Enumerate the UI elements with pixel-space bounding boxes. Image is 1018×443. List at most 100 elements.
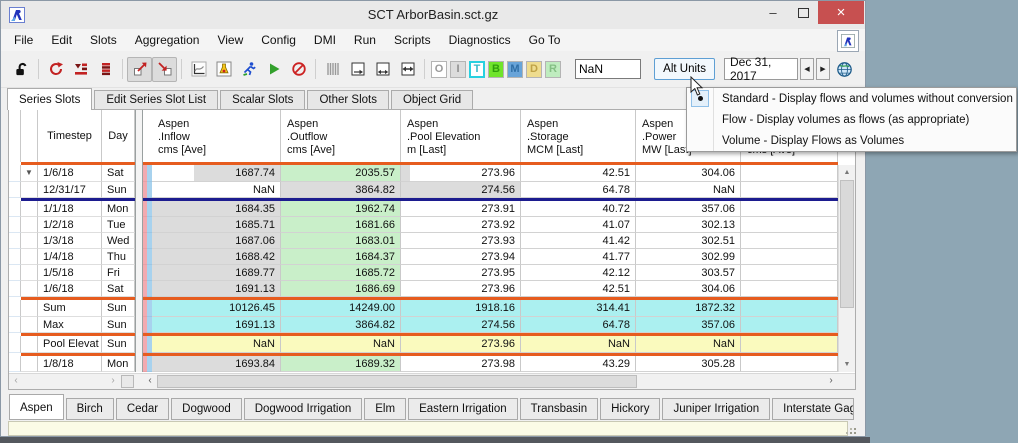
scroll-right-icon[interactable]: › (824, 374, 838, 389)
value-cell[interactable]: 1685.71 (152, 217, 281, 233)
tab-other-slots[interactable]: Other Slots (307, 90, 389, 110)
day-cell[interactable]: Sun (102, 182, 135, 198)
value-cell[interactable]: 1688.42 (152, 249, 281, 265)
letter-button-r[interactable]: R (545, 61, 561, 78)
arrow-out-of-box-icon[interactable] (127, 57, 152, 82)
menu-file[interactable]: File (5, 31, 42, 49)
value-cell[interactable] (741, 317, 838, 333)
object-tab-eastern-irrigation[interactable]: Eastern Irrigation (408, 398, 518, 420)
play-icon[interactable] (261, 57, 286, 82)
value-cell[interactable]: 41.42 (521, 233, 636, 249)
value-cell[interactable]: 1918.16 (401, 300, 521, 317)
value-cell[interactable]: 1687.06 (152, 233, 281, 249)
frozen-scrollbar-thumb[interactable] (121, 375, 134, 388)
letter-button-m[interactable]: M (507, 61, 523, 78)
frozen-scroll-left-icon[interactable]: ‹ (9, 374, 23, 389)
stacked-bars-icon[interactable] (93, 57, 118, 82)
letter-button-i[interactable]: I (450, 61, 466, 78)
day-cell[interactable]: Mon (102, 201, 135, 217)
fit-columns-icon[interactable] (370, 57, 395, 82)
object-tab-birch[interactable]: Birch (66, 398, 114, 420)
value-cell[interactable]: 14249.00 (281, 300, 401, 317)
unit-menu-item-flow[interactable]: Flow - Display volumes as flows (as appr… (687, 109, 1016, 130)
nan-input[interactable] (575, 59, 641, 79)
value-cell[interactable]: 357.06 (636, 201, 741, 217)
value-cell[interactable]: 273.94 (401, 249, 521, 265)
value-cell[interactable]: 2035.57 (281, 165, 401, 182)
value-cell[interactable]: 303.57 (636, 265, 741, 281)
circular-arrows-icon[interactable] (43, 57, 68, 82)
value-cell[interactable]: 314.41 (521, 300, 636, 317)
fit-column-icon[interactable] (345, 57, 370, 82)
value-cell[interactable]: 1872.32 (636, 300, 741, 317)
value-cell[interactable]: 1681.66 (281, 217, 401, 233)
value-cell[interactable]: NaN (152, 336, 281, 353)
value-cell[interactable] (741, 233, 838, 249)
scroll-left-icon[interactable]: ‹ (143, 374, 157, 389)
vertical-scrollbar-thumb[interactable] (840, 180, 854, 308)
value-cell[interactable] (741, 281, 838, 297)
scroll-up-icon[interactable]: ▲ (839, 165, 855, 180)
value-cell[interactable]: 41.77 (521, 249, 636, 265)
value-cell[interactable]: 3864.82 (281, 182, 401, 198)
value-cell[interactable]: 273.96 (401, 336, 521, 353)
value-cell[interactable] (741, 217, 838, 233)
value-cell[interactable]: 1685.72 (281, 265, 401, 281)
row-expand-arrow[interactable]: ▼ (21, 165, 38, 182)
value-cell[interactable]: 1689.32 (281, 356, 401, 372)
object-tab-hickory[interactable]: Hickory (600, 398, 660, 420)
value-cell[interactable]: 274.56 (401, 317, 521, 333)
value-cell[interactable] (741, 249, 838, 265)
value-cell[interactable]: 357.06 (636, 317, 741, 333)
unit-menu-item-standard[interactable]: Standard - Display flows and volumes wit… (687, 88, 1016, 109)
value-cell[interactable]: 43.29 (521, 356, 636, 372)
stretch-columns-icon[interactable] (395, 57, 420, 82)
column-header[interactable]: Aspen.Outflowcms [Ave] (281, 110, 401, 162)
object-tab-interstate-gage[interactable]: Interstate Gage (772, 398, 854, 420)
flask-icon[interactable] (211, 57, 236, 82)
arrow-into-box-icon[interactable] (152, 57, 177, 82)
value-cell[interactable]: 1686.69 (281, 281, 401, 297)
horizontal-scrollbar-thumb[interactable] (157, 375, 637, 388)
value-cell[interactable]: 1689.77 (152, 265, 281, 281)
value-cell[interactable]: 302.51 (636, 233, 741, 249)
object-tab-dogwood-irrigation[interactable]: Dogwood Irrigation (244, 398, 363, 420)
value-cell[interactable]: 273.93 (401, 233, 521, 249)
timestep-cell[interactable]: 1/8/18 (38, 356, 102, 372)
day-cell[interactable]: Sat (102, 281, 135, 297)
value-cell[interactable]: 1684.37 (281, 249, 401, 265)
menu-go-to[interactable]: Go To (520, 31, 570, 49)
value-cell[interactable]: 304.06 (636, 165, 741, 182)
running-man-icon[interactable] (236, 57, 261, 82)
object-tab-dogwood[interactable]: Dogwood (171, 398, 242, 420)
vertical-scrollbar[interactable]: ▲ ▼ (838, 165, 855, 372)
menu-run[interactable]: Run (345, 31, 385, 49)
value-cell[interactable] (741, 201, 838, 217)
column-header[interactable]: Aspen.StorageMCM [Last] (521, 110, 636, 162)
value-cell[interactable]: 41.07 (521, 217, 636, 233)
lock-icon[interactable] (9, 57, 34, 82)
value-cell[interactable]: 1691.13 (152, 317, 281, 333)
globe-icon[interactable] (832, 57, 857, 82)
timestep-cell[interactable]: 1/6/18 (38, 165, 102, 182)
letter-button-d[interactable]: D (526, 61, 542, 78)
timestep-cell[interactable]: Pool Elevat (38, 336, 102, 353)
date-next-button[interactable]: ▶ (816, 58, 830, 80)
timestep-cell[interactable]: 1/4/18 (38, 249, 102, 265)
value-cell[interactable]: 304.06 (636, 281, 741, 297)
vertical-lines-icon[interactable] (320, 57, 345, 82)
frozen-pane-scrollbar[interactable]: ‹ › (9, 374, 135, 389)
day-cell[interactable]: Sun (102, 300, 135, 317)
timestep-cell[interactable]: 1/1/18 (38, 201, 102, 217)
value-cell[interactable] (741, 336, 838, 353)
menu-diagnostics[interactable]: Diagnostics (440, 31, 520, 49)
maximize-button[interactable] (788, 1, 818, 24)
day-cell[interactable]: Fri (102, 265, 135, 281)
letter-button-o[interactable]: O (431, 61, 447, 78)
value-cell[interactable]: 1687.74 (152, 165, 281, 182)
object-tab-cedar[interactable]: Cedar (116, 398, 169, 420)
value-cell[interactable]: 1684.35 (152, 201, 281, 217)
day-cell[interactable]: Sun (102, 317, 135, 333)
value-cell[interactable]: 273.96 (401, 165, 521, 182)
timestep-cell[interactable]: 12/31/17 (38, 182, 102, 198)
